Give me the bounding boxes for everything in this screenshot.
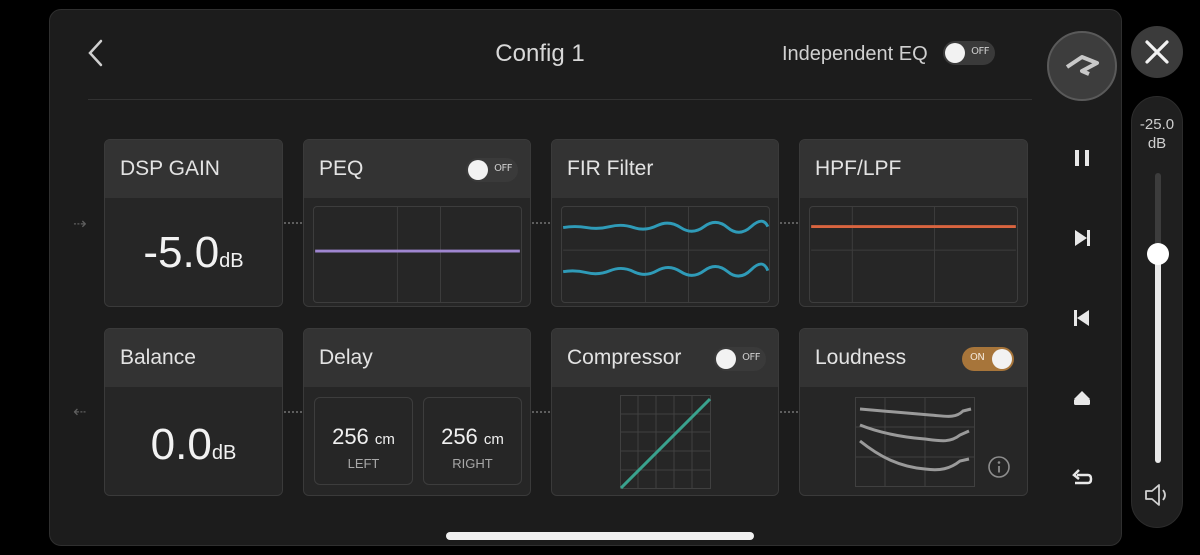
- balance-number: 0.0: [150, 420, 212, 469]
- info-icon[interactable]: [987, 455, 1011, 479]
- hpf-lpf-card[interactable]: HPF/LPF: [799, 139, 1028, 307]
- toggle-knob: [468, 160, 488, 180]
- toggle-state: OFF: [971, 46, 989, 57]
- dsp-gain-value: -5.0dB: [105, 228, 282, 278]
- compressor-curve: [620, 397, 711, 489]
- home-indicator[interactable]: [446, 532, 754, 540]
- toggle-state: OFF: [742, 352, 760, 363]
- fir-curve-lower: [562, 262, 769, 278]
- connector: [284, 222, 302, 224]
- connector: [284, 411, 302, 413]
- eject-icon[interactable]: [1068, 384, 1096, 412]
- toggle-knob: [992, 349, 1012, 369]
- compressor-toggle[interactable]: OFF: [714, 347, 766, 371]
- fir-graph: [561, 206, 770, 303]
- speaker-icon[interactable]: [1143, 481, 1173, 509]
- balance-value: 0.0dB: [105, 420, 282, 470]
- balance-card[interactable]: Balance 0.0dB: [104, 328, 283, 496]
- pause-icon[interactable]: [1068, 144, 1096, 172]
- delay-left-box[interactable]: 256 cm LEFT: [314, 397, 413, 485]
- toggle-state: ON: [970, 352, 985, 363]
- skip-next-icon[interactable]: [1068, 224, 1096, 252]
- compressor-card[interactable]: Compressor OFF: [551, 328, 779, 496]
- logo-icon: [1065, 55, 1099, 76]
- close-button[interactable]: [1131, 26, 1183, 78]
- dsp-gain-card[interactable]: DSP GAIN -5.0dB: [104, 139, 283, 307]
- volume-slider-fill: [1155, 254, 1161, 463]
- compressor-graph: [620, 395, 711, 489]
- delay-right-label: RIGHT: [452, 456, 493, 471]
- toggle-state: OFF: [494, 163, 512, 174]
- volume-unit: dB: [1147, 135, 1167, 152]
- card-body: [552, 198, 778, 306]
- delay-left-label: LEFT: [347, 456, 380, 471]
- peq-graph: [313, 206, 522, 303]
- card-title: Delay: [319, 346, 373, 369]
- connector: [780, 222, 798, 224]
- output-arrow-icon: ⇠: [73, 404, 87, 421]
- connector: [532, 411, 550, 413]
- card-title: DSP GAIN: [120, 157, 220, 180]
- loudness-toggle[interactable]: ON: [962, 347, 1014, 371]
- peq-card[interactable]: PEQ OFF: [303, 139, 531, 307]
- delay-right-box[interactable]: 256 cm RIGHT: [423, 397, 522, 485]
- delay-card[interactable]: Delay 256 cm LEFT 256 cm RIGHT: [303, 328, 531, 496]
- hpf-lpf-graph: [809, 206, 1018, 303]
- volume-panel: -25.0 dB: [1131, 96, 1183, 528]
- card-body: 256 cm LEFT 256 cm RIGHT: [304, 387, 530, 495]
- card-title: FIR Filter: [567, 157, 654, 180]
- volume-readout: -25.0 dB: [1132, 115, 1182, 153]
- card-title: Loudness: [815, 346, 907, 369]
- card-title: PEQ: [319, 157, 364, 180]
- connector: [532, 222, 550, 224]
- header-divider: [88, 99, 1032, 100]
- delay-left-unit: cm: [374, 431, 395, 448]
- peq-toggle[interactable]: OFF: [466, 158, 518, 182]
- delay-right-value: 256 cm: [424, 424, 521, 450]
- connector: [780, 411, 798, 413]
- gain-unit: dB: [219, 250, 244, 272]
- input-arrow-icon: ⇢: [73, 216, 87, 233]
- volume-slider-thumb[interactable]: [1147, 243, 1169, 266]
- return-icon[interactable]: [1068, 464, 1096, 492]
- card-body: [800, 198, 1027, 306]
- page-title: Config 1: [495, 40, 585, 67]
- independent-eq-label: Independent EQ: [782, 43, 928, 65]
- delay-left-value: 256 cm: [315, 424, 412, 450]
- volume-slider-track[interactable]: [1155, 173, 1161, 463]
- skip-previous-icon[interactable]: [1068, 304, 1096, 332]
- card-title: Balance: [120, 346, 196, 369]
- loudness-graph: [855, 397, 975, 487]
- fir-curve-upper: [562, 219, 769, 234]
- toggle-knob: [945, 43, 965, 63]
- volume-value: -25.0: [1139, 116, 1175, 133]
- delay-left-number: 256: [332, 424, 369, 449]
- close-icon: [1145, 40, 1169, 64]
- card-body: [800, 387, 1027, 495]
- toggle-knob: [716, 349, 736, 369]
- fir-filter-card[interactable]: FIR Filter: [551, 139, 779, 307]
- delay-right-unit: cm: [483, 431, 504, 448]
- card-title: Compressor: [567, 346, 682, 369]
- balance-unit: dB: [211, 442, 237, 464]
- independent-eq-toggle[interactable]: OFF: [943, 41, 995, 65]
- card-body: [304, 198, 530, 306]
- loudness-card[interactable]: Loudness ON: [799, 328, 1028, 496]
- brand-logo-button[interactable]: [1047, 31, 1117, 101]
- card-body: [552, 387, 778, 495]
- card-title: HPF/LPF: [815, 157, 902, 180]
- delay-right-number: 256: [441, 424, 478, 449]
- gain-number: -5.0: [143, 228, 220, 277]
- back-chevron-icon[interactable]: [85, 38, 107, 68]
